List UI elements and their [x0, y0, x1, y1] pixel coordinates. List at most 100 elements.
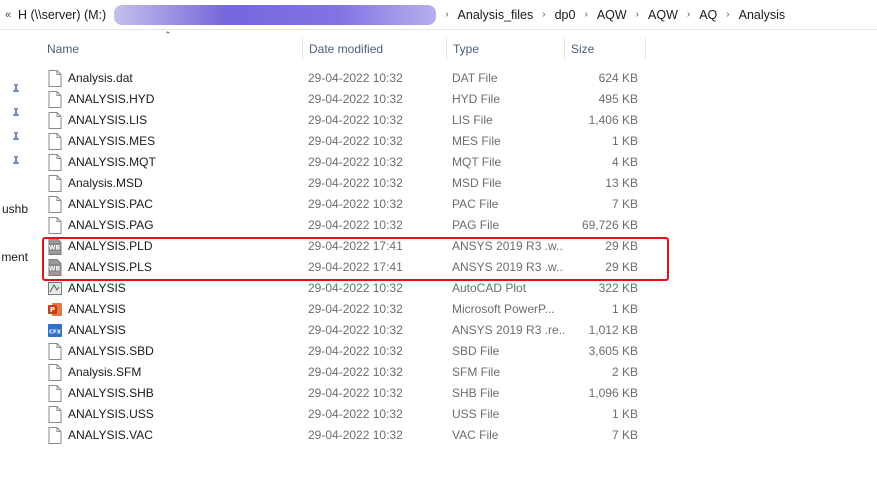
- file-name: ANALYSIS.PAC: [68, 197, 153, 211]
- breadcrumb-drive[interactable]: H (\\server) (M:): [14, 8, 110, 22]
- file-type: MQT File: [452, 155, 502, 169]
- file-row[interactable]: ANALYSIS.SHB 29-04-2022 10:32 SHB File 1,09…: [40, 383, 646, 404]
- pin-icon[interactable]: [11, 156, 21, 168]
- file-date-modified: 29-04-2022 10:32: [308, 323, 403, 337]
- breadcrumb-item[interactable]: AQ: [695, 8, 721, 22]
- file-type: PAG File: [452, 218, 500, 232]
- breadcrumb-item-current[interactable]: Analysis: [735, 8, 790, 22]
- file-date-modified: 29-04-2022 10:32: [308, 344, 403, 358]
- pin-icon[interactable]: [11, 84, 21, 96]
- file-name: ANALYSIS.PLS: [68, 260, 152, 274]
- file-type: SHB File: [452, 386, 500, 400]
- file-row[interactable]: ANALYSIS.MQT 29-04-2022 10:32 MQT File 4 KB: [40, 152, 646, 173]
- file-row[interactable]: CFX ANALYSIS 29-04-2022 10:32 ANSYS 2019 R3…: [40, 320, 646, 341]
- file-type: ANSYS 2019 R3 .w...: [452, 239, 564, 253]
- breadcrumb-separator-icon[interactable]: ›: [721, 9, 734, 20]
- file-row[interactable]: ANALYSIS.PAC 29-04-2022 10:32 PAC File 7 KB: [40, 194, 646, 215]
- file-name: Analysis.SFM: [68, 365, 142, 379]
- file-size: 322 KB: [598, 281, 638, 295]
- file-date-modified: 29-04-2022 10:32: [308, 71, 403, 85]
- file-size: 1,096 KB: [588, 386, 638, 400]
- file-row[interactable]: WB ANALYSIS.PLS 29-04-2022 17:41 ANSYS 2019…: [40, 257, 646, 278]
- breadcrumb-item[interactable]: AQW: [644, 8, 682, 22]
- breadcrumb-overflow-icon[interactable]: «: [2, 9, 14, 21]
- breadcrumb-item[interactable]: AQW: [593, 8, 631, 22]
- file-type: AutoCAD Plot: [452, 281, 527, 295]
- column-header-name[interactable]: Name: [40, 36, 302, 62]
- file-name: ANALYSIS.PLD: [68, 239, 153, 253]
- ansys-cfx-icon: CFX: [48, 324, 62, 337]
- file-row[interactable]: ANALYSIS.VAC 29-04-2022 10:32 VAC File 7 KB: [40, 425, 646, 446]
- file-row[interactable]: ANALYSIS.PAG 29-04-2022 10:32 PAG File 69,7…: [40, 215, 646, 236]
- file-name: ANALYSIS.LIS: [68, 113, 148, 127]
- file-name: ANALYSIS.VAC: [68, 428, 153, 442]
- breadcrumb-separator-icon[interactable]: ›: [579, 9, 592, 20]
- file-name: ANALYSIS: [68, 281, 126, 295]
- file-list: Analysis.dat 29-04-2022 10:32 DAT File 624 …: [40, 68, 646, 446]
- column-header-size[interactable]: Size: [564, 36, 646, 62]
- file-row[interactable]: Analysis.dat 29-04-2022 10:32 DAT File 624 …: [40, 68, 646, 89]
- breadcrumb-separator-icon[interactable]: ›: [682, 9, 695, 20]
- svg-text:WB: WB: [49, 266, 61, 273]
- file-date-modified: 29-04-2022 10:32: [308, 134, 403, 148]
- file-row[interactable]: P ANALYSIS 29-04-2022 10:32 Microsoft Power…: [40, 299, 646, 320]
- breadcrumb-separator-icon[interactable]: ›: [537, 9, 550, 20]
- generic-file-icon: [48, 70, 62, 87]
- column-header-date[interactable]: Date modified: [302, 36, 446, 62]
- file-date-modified: 29-04-2022 10:32: [308, 386, 403, 400]
- file-type: USS File: [452, 407, 500, 421]
- file-size: 624 KB: [598, 71, 638, 85]
- pin-icon[interactable]: [11, 132, 21, 144]
- column-divider[interactable]: [645, 38, 646, 60]
- redacted-path-segment: [114, 4, 437, 25]
- generic-file-icon: [48, 364, 62, 381]
- file-name: ANALYSIS.MES: [68, 134, 156, 148]
- file-size: 7 KB: [611, 428, 638, 442]
- file-type: Microsoft PowerP...: [452, 302, 555, 316]
- file-type: MES File: [452, 134, 501, 148]
- navigation-pane: ushb ment: [0, 30, 30, 487]
- file-row[interactable]: Analysis.SFM 29-04-2022 10:32 SFM File 2 KB: [40, 362, 646, 383]
- pin-icon[interactable]: [11, 108, 21, 120]
- autocad-plot-icon: [48, 282, 62, 295]
- file-size: 1 KB: [611, 302, 638, 316]
- breadcrumb-item[interactable]: dp0: [551, 8, 580, 22]
- file-date-modified: 29-04-2022 17:41: [308, 239, 403, 253]
- file-size: 495 KB: [598, 92, 638, 106]
- svg-text:WB: WB: [49, 245, 61, 252]
- file-size: 1,406 KB: [588, 113, 638, 127]
- file-row[interactable]: ANALYSIS.HYD 29-04-2022 10:32 HYD File 495 …: [40, 89, 646, 110]
- generic-file-icon: [48, 406, 62, 423]
- breadcrumb-separator-icon[interactable]: ›: [631, 9, 644, 20]
- file-name: ANALYSIS.HYD: [68, 92, 155, 106]
- generic-file-icon: [48, 91, 62, 108]
- file-name: ANALYSIS.SBD: [68, 344, 154, 358]
- file-name: ANALYSIS: [68, 302, 126, 316]
- file-row[interactable]: ANALYSIS.SBD 29-04-2022 10:32 SBD File 3,60…: [40, 341, 646, 362]
- file-size: 29 KB: [605, 260, 638, 274]
- breadcrumb-item[interactable]: Analysis_files: [454, 8, 538, 22]
- file-row[interactable]: ANALYSIS 29-04-2022 10:32 AutoCAD Plot 322 …: [40, 278, 646, 299]
- column-header-type[interactable]: Type: [446, 36, 564, 62]
- file-type: ANSYS 2019 R3 .re...: [452, 323, 564, 337]
- file-type: VAC File: [452, 428, 499, 442]
- file-date-modified: 29-04-2022 10:32: [308, 407, 403, 421]
- nav-item-partial[interactable]: ment: [1, 250, 28, 264]
- address-bar[interactable]: « H (\\server) (M:) › Analysis_files › d…: [0, 0, 877, 30]
- generic-file-icon: [48, 196, 62, 213]
- file-row[interactable]: Analysis.MSD 29-04-2022 10:32 MSD File 13 K…: [40, 173, 646, 194]
- file-size: 1 KB: [611, 134, 638, 148]
- file-row[interactable]: ANALYSIS.LIS 29-04-2022 10:32 LIS File 1,40…: [40, 110, 646, 131]
- file-date-modified: 29-04-2022 10:32: [308, 176, 403, 190]
- file-size: 3,605 KB: [588, 344, 638, 358]
- file-row[interactable]: ANALYSIS.USS 29-04-2022 10:32 USS File 1 KB: [40, 404, 646, 425]
- breadcrumb-separator-icon[interactable]: ›: [440, 9, 453, 20]
- column-header-row: ⌃ Name Date modified Type Size: [40, 30, 646, 62]
- file-row[interactable]: WB ANALYSIS.PLD 29-04-2022 17:41 ANSYS 2019…: [40, 236, 646, 257]
- file-size: 69,726 KB: [581, 218, 638, 232]
- file-date-modified: 29-04-2022 10:32: [308, 302, 403, 316]
- file-name: ANALYSIS.MQT: [68, 155, 156, 169]
- file-row[interactable]: ANALYSIS.MES 29-04-2022 10:32 MES File 1 KB: [40, 131, 646, 152]
- file-size: 7 KB: [611, 197, 638, 211]
- nav-item-partial[interactable]: ushb: [2, 202, 28, 216]
